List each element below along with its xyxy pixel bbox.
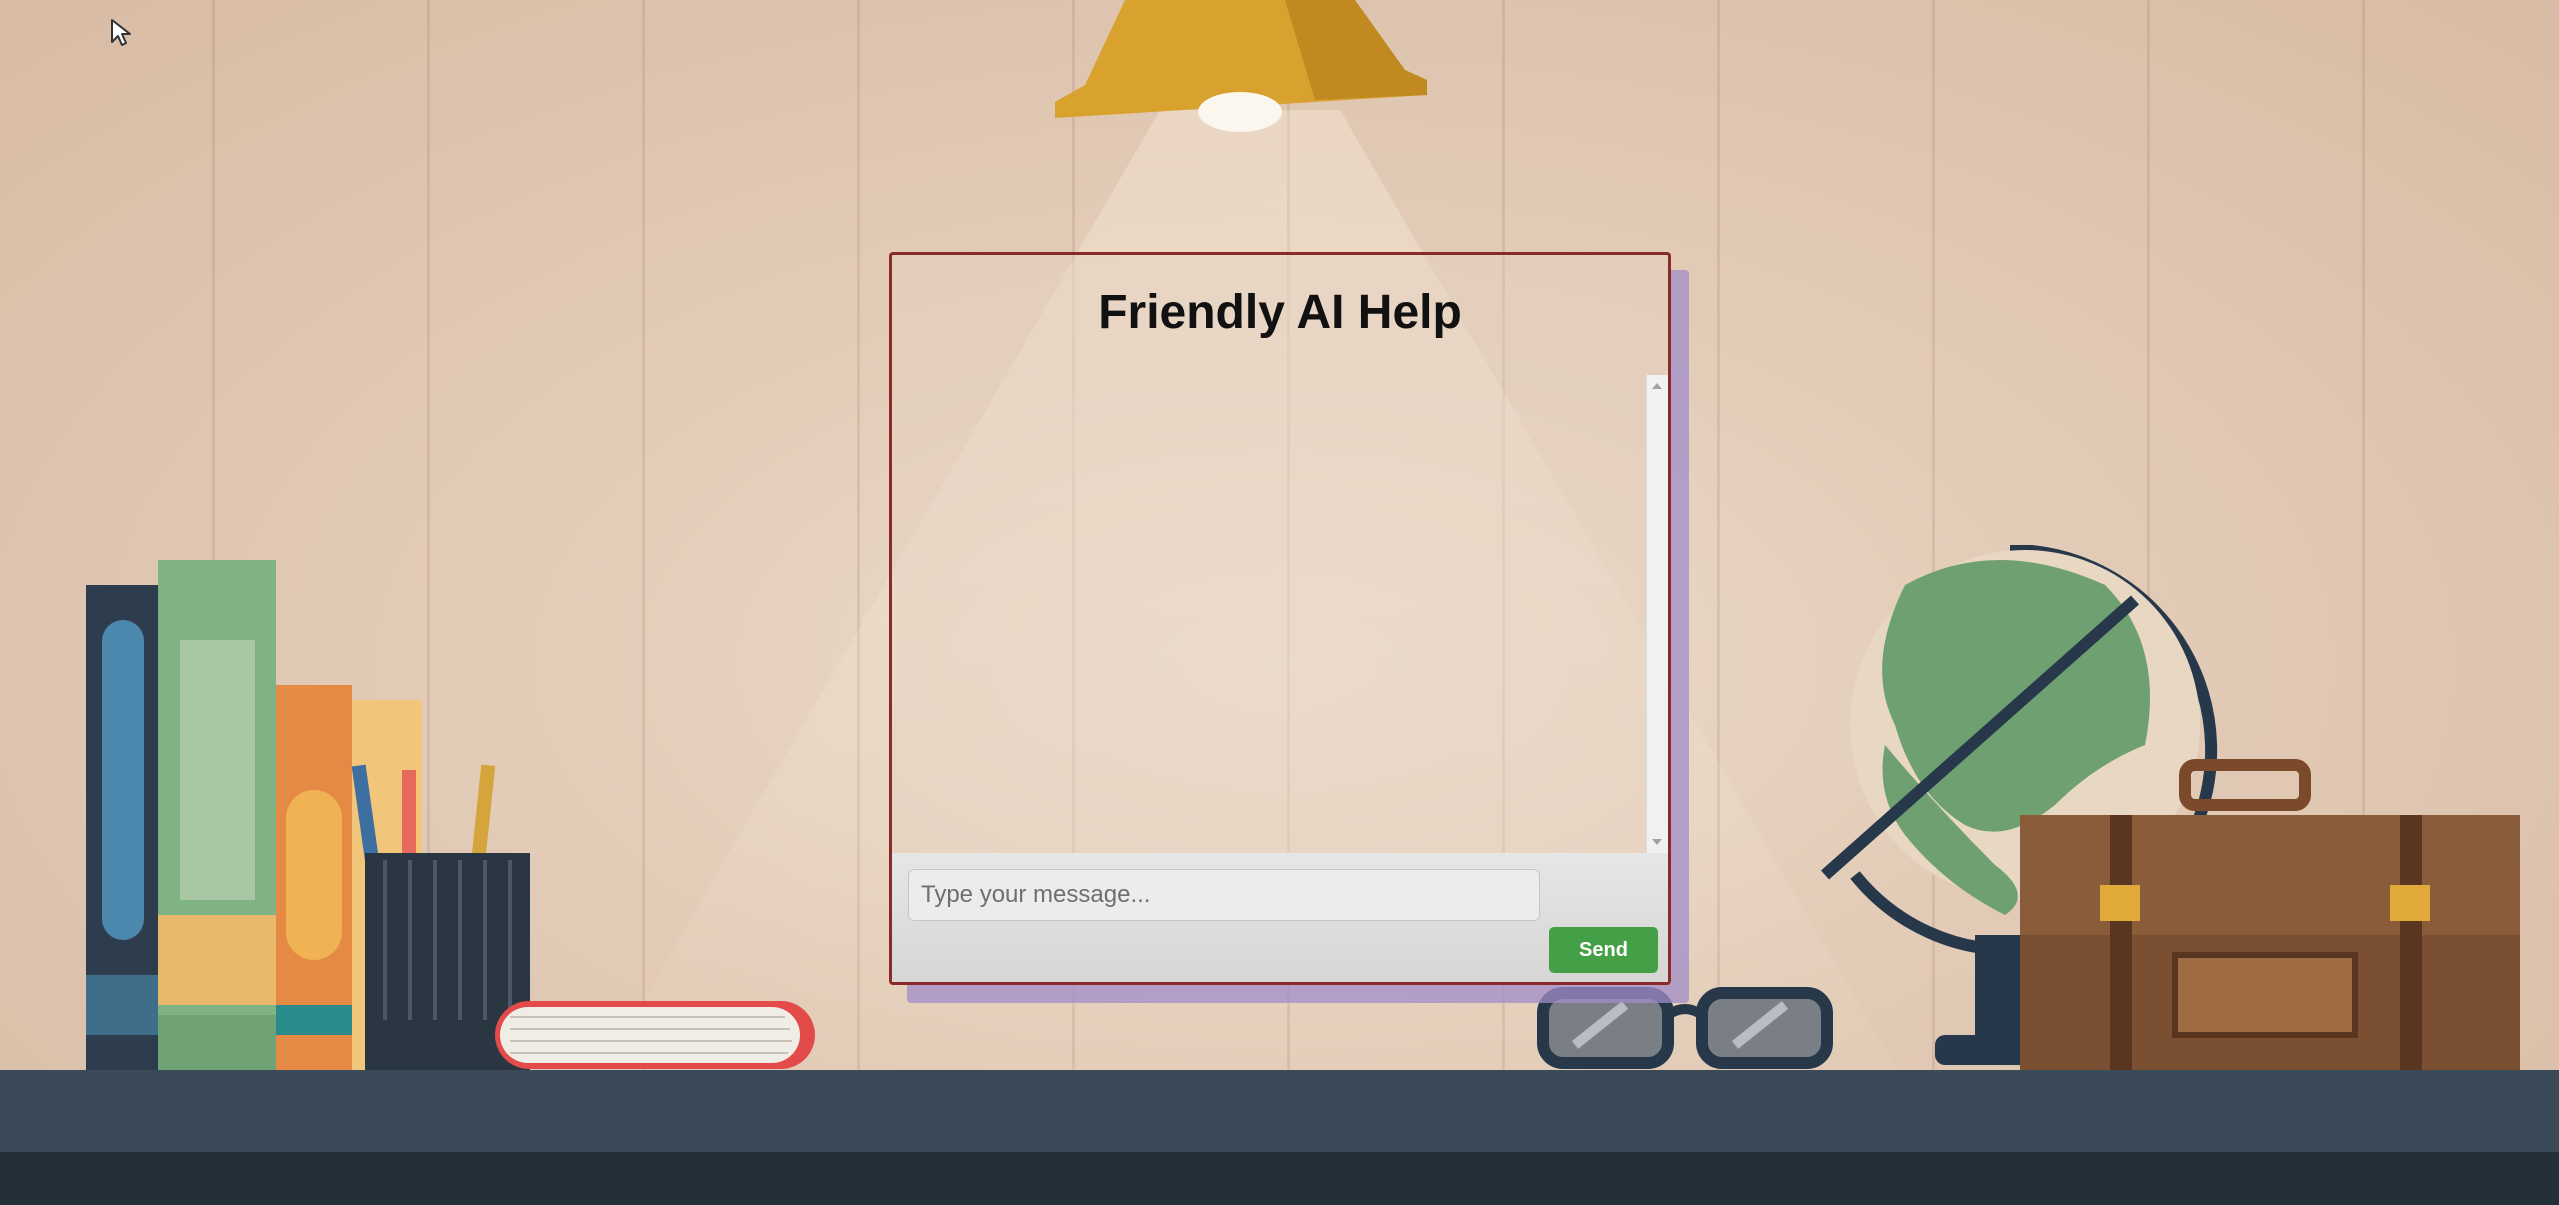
- mouse-pointer-icon: [111, 19, 131, 46]
- globe-and-briefcase-illustration: [1821, 545, 2520, 1070]
- message-input[interactable]: [908, 869, 1540, 921]
- chat-scrollbar[interactable]: [1646, 375, 1668, 853]
- desk-edge: [0, 1152, 2559, 1205]
- chat-window: Friendly AI Help Send: [889, 252, 1671, 985]
- chat-input-bar: Send: [892, 853, 1668, 982]
- scroll-up-arrow-icon[interactable]: [1652, 383, 1662, 389]
- send-button[interactable]: Send: [1549, 927, 1658, 973]
- glasses-illustration: [1537, 987, 1833, 1069]
- desk-surface: [0, 1070, 2559, 1152]
- chat-title: Friendly AI Help: [1098, 286, 1462, 339]
- books-and-pencils-illustration: [86, 560, 815, 1075]
- ceiling-lamp-illustration: [1055, 0, 1427, 132]
- chat-messages-area[interactable]: [892, 375, 1668, 853]
- scroll-down-arrow-icon[interactable]: [1652, 839, 1662, 845]
- desk-scene-background: Friendly AI Help Send: [0, 0, 2559, 1205]
